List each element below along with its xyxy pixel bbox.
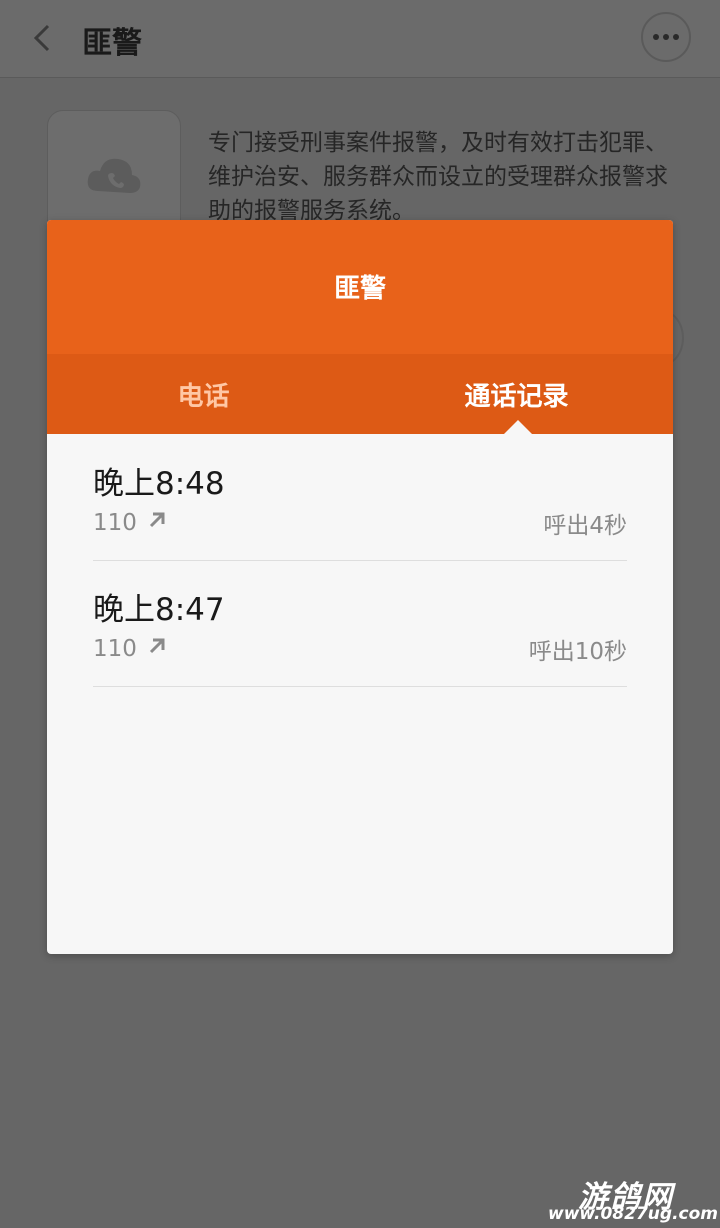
- call-log-item[interactable]: 晚上8:47 110 呼出10秒: [93, 560, 627, 687]
- call-time: 晚上8:48: [93, 466, 225, 502]
- outgoing-arrow-icon: [149, 512, 165, 528]
- call-time: 晚上8:47: [93, 592, 225, 628]
- chevron-left-icon: [33, 24, 50, 52]
- tab-phone[interactable]: 电话: [47, 354, 360, 434]
- call-log-dialog: 匪警 电话 通话记录 晚上8:48 110 呼出4秒 晚上8:47 110 呼出…: [47, 220, 673, 954]
- call-duration: 呼出4秒: [543, 513, 627, 539]
- more-button[interactable]: [641, 12, 691, 62]
- outgoing-arrow-icon: [149, 638, 165, 654]
- dialog-title: 匪警: [333, 274, 386, 304]
- call-duration: 呼出10秒: [528, 639, 627, 665]
- cloud-phone-icon: [87, 158, 141, 193]
- dialog-header: 匪警: [47, 220, 673, 354]
- call-number: 110: [93, 510, 137, 536]
- page-title: 匪警: [82, 26, 142, 61]
- active-tab-indicator: [504, 420, 532, 434]
- back-button[interactable]: [26, 20, 60, 56]
- call-number: 110: [93, 636, 137, 662]
- more-dot: [673, 34, 679, 40]
- more-dots-icon: [653, 34, 659, 40]
- more-dot: [663, 34, 669, 40]
- watermark-url: www.0827ug.com: [548, 1204, 718, 1224]
- app-header: 匪警: [0, 0, 720, 78]
- call-log-item[interactable]: 晚上8:48 110 呼出4秒: [93, 434, 627, 561]
- tab-bar: 电话 通话记录: [47, 354, 673, 434]
- contact-description: 专门接受刑事案件报警，及时有效打击犯罪、维护治安、服务群众而设立的受理群众报警求…: [208, 130, 668, 224]
